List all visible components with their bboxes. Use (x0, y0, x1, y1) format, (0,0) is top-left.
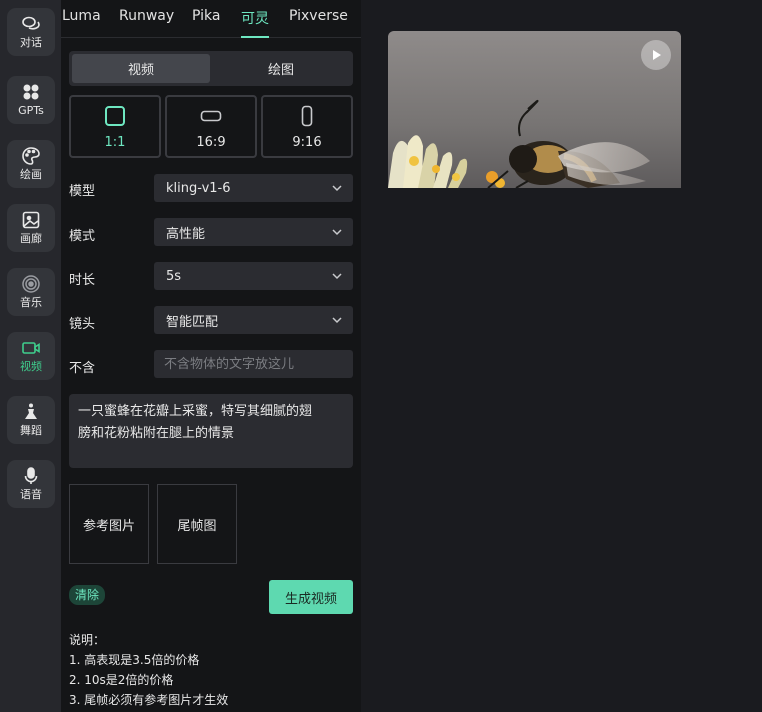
video-settings-panel: Luma Runway Pika 可灵 Pixverse 视频 绘图 1:1 1… (61, 0, 361, 712)
mode-toggle: 视频 绘图 (69, 51, 353, 86)
sidebar-item-dance[interactable]: 舞蹈 (7, 396, 55, 444)
prompt-textarea[interactable]: 一只蜜蜂在花瓣上采蜜，特写其细腻的翅 膀和花粉粘附在腿上的情景 (69, 394, 353, 468)
sidebar: 对话 GPTs 绘画 画廊 音乐 视频 舞蹈 语音 (0, 0, 61, 712)
duration-select[interactable]: 5s (154, 262, 353, 290)
mode-value: 高性能 (166, 226, 206, 242)
prompt-line: 膀和花粉粘附在腿上的情景 (78, 426, 235, 441)
palette-icon (22, 147, 40, 165)
clear-button[interactable]: 清除 (69, 585, 106, 605)
sidebar-item-label: 舞蹈 (20, 424, 42, 437)
sidebar-item-gpts[interactable]: GPTs (7, 76, 55, 124)
reference-image-upload[interactable]: 参考图片 (69, 484, 149, 564)
tab-kling[interactable]: 可灵 (241, 8, 269, 30)
camera-value: 智能匹配 (166, 314, 219, 330)
grid-icon (23, 84, 39, 100)
prompt-line: 一只蜜蜂在花瓣上采蜜，特写其细腻的翅 (78, 404, 313, 419)
video-mode-button[interactable]: 视频 (72, 54, 210, 83)
video-icon (22, 342, 40, 354)
camera-label: 镜头 (69, 317, 96, 332)
dance-icon (25, 403, 37, 419)
mode-select[interactable]: 高性能 (154, 218, 353, 246)
chevron-down-icon (332, 273, 342, 280)
generate-video-button[interactable]: 生成视频 (269, 580, 353, 614)
sidebar-item-label: 画廊 (20, 232, 42, 245)
microphone-icon (24, 467, 38, 484)
sidebar-item-label: 对话 (20, 36, 42, 49)
camera-select[interactable]: 智能匹配 (154, 306, 353, 334)
square-ratio-icon (104, 105, 126, 127)
provider-tabs: Luma Runway Pika 可灵 Pixverse (61, 0, 361, 38)
ratio-option-9-16[interactable]: 9:16 (261, 95, 353, 158)
chevron-down-icon (332, 229, 342, 236)
sidebar-item-label: 视频 (20, 360, 42, 373)
play-icon (653, 50, 661, 60)
landscape-ratio-icon (200, 105, 222, 127)
duration-label: 时长 (69, 273, 96, 288)
music-disc-icon (22, 275, 40, 293)
sidebar-item-paint[interactable]: 绘画 (7, 140, 55, 188)
image-mode-button[interactable]: 绘图 (212, 54, 350, 83)
sidebar-item-label: GPTs (18, 104, 44, 117)
tail-frame-upload[interactable]: 尾帧图 (157, 484, 237, 564)
ratio-option-1-1[interactable]: 1:1 (69, 95, 161, 158)
model-select[interactable]: kling-v1-6 (154, 174, 353, 202)
instruction-item: 3. 尾帧必须有参考图片才生效 (69, 693, 229, 707)
instructions: 说明： 1. 高表现是3.5倍的价格 2. 10s是2倍的价格 3. 尾帧必须有… (69, 630, 228, 710)
negative-prompt-label: 不含 (69, 361, 96, 376)
reference-image-label: 参考图片 (82, 518, 135, 534)
tab-runway[interactable]: Runway (119, 8, 174, 30)
play-button[interactable] (641, 40, 671, 70)
model-label: 模型 (69, 184, 96, 199)
sidebar-item-label: 绘画 (20, 168, 42, 181)
model-value: kling-v1-6 (166, 180, 231, 196)
ratio-label: 16:9 (196, 135, 226, 150)
image-icon (22, 211, 40, 229)
active-tab-indicator (241, 36, 269, 38)
ratio-label: 1:1 (104, 135, 126, 150)
sidebar-item-label: 语音 (20, 488, 42, 501)
sidebar-item-music[interactable]: 音乐 (7, 268, 55, 316)
tab-pika[interactable]: Pika (192, 8, 220, 30)
negative-prompt-input[interactable] (154, 350, 353, 378)
ratio-label: 9:16 (292, 135, 322, 150)
mode-label: 模式 (69, 229, 96, 244)
video-preview[interactable] (388, 31, 681, 188)
chevron-down-icon (332, 317, 342, 324)
sidebar-item-voice[interactable]: 语音 (7, 460, 55, 508)
sidebar-item-gallery[interactable]: 画廊 (7, 204, 55, 252)
chat-icon (22, 16, 40, 30)
sidebar-item-label: 音乐 (20, 296, 42, 309)
duration-value: 5s (166, 268, 182, 284)
tab-luma[interactable]: Luma (62, 8, 101, 30)
sidebar-item-chat[interactable]: 对话 (7, 8, 55, 56)
sidebar-item-video[interactable]: 视频 (7, 332, 55, 380)
ratio-option-16-9[interactable]: 16:9 (165, 95, 257, 158)
instruction-item: 1. 高表现是3.5倍的价格 (69, 653, 200, 667)
chevron-down-icon (332, 185, 342, 192)
portrait-ratio-icon (301, 105, 313, 127)
bee-on-flower-thumbnail (388, 31, 681, 188)
tail-frame-label: 尾帧图 (177, 518, 217, 534)
instructions-title: 说明： (69, 633, 106, 647)
tab-pixverse[interactable]: Pixverse (289, 8, 348, 30)
instruction-item: 2. 10s是2倍的价格 (69, 673, 174, 687)
